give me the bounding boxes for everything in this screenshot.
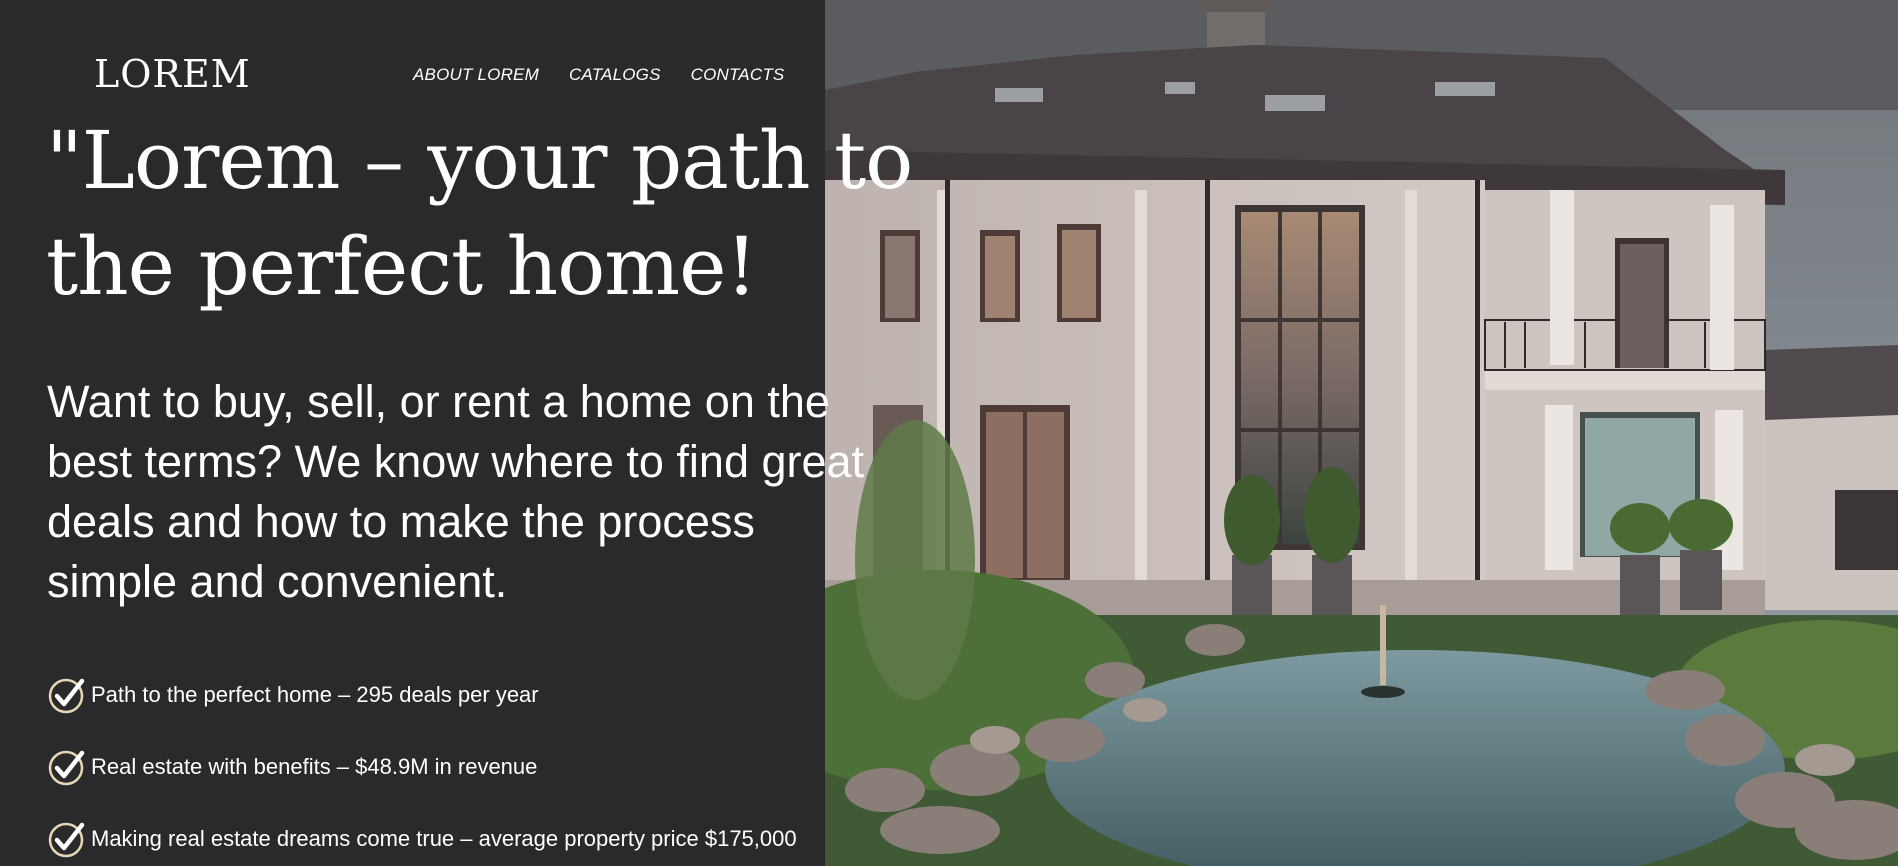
hero-headline: "Lorem – your path to the perfect home! (46, 108, 946, 320)
check-circle-icon (48, 678, 85, 714)
benefit-item: Real estate with benefits – $48.9M in re… (47, 745, 797, 789)
benefit-text: Making real estate dreams come true – av… (91, 826, 797, 851)
benefit-item: Path to the perfect home – 295 deals per… (47, 673, 797, 717)
benefit-text: Real estate with benefits – $48.9M in re… (91, 754, 538, 779)
benefits-list: Path to the perfect home – 295 deals per… (47, 673, 797, 866)
main-nav: ABOUT LOREM CATALOGS CONTACTS (413, 65, 784, 85)
check-circle-icon (48, 822, 85, 858)
nav-catalogs[interactable]: CATALOGS (569, 65, 661, 85)
benefit-text: Path to the perfect home – 295 deals per… (91, 682, 539, 707)
hero-house-image (825, 0, 1898, 866)
logo[interactable]: LOREM (94, 52, 251, 96)
benefit-item: Making real estate dreams come true – av… (47, 817, 797, 861)
hero-page: LOREM ABOUT LOREM CATALOGS CONTACTS "Lor… (0, 0, 1898, 866)
hero-intro: Want to buy, sell, or rent a home on the… (47, 376, 865, 607)
nav-contacts[interactable]: CONTACTS (691, 65, 785, 85)
hero-headline-line1: "Lorem – your path to (46, 114, 913, 207)
hero-headline-line2: the perfect home! (46, 220, 758, 313)
check-circle-icon (48, 750, 85, 786)
nav-about[interactable]: ABOUT LOREM (413, 65, 539, 85)
